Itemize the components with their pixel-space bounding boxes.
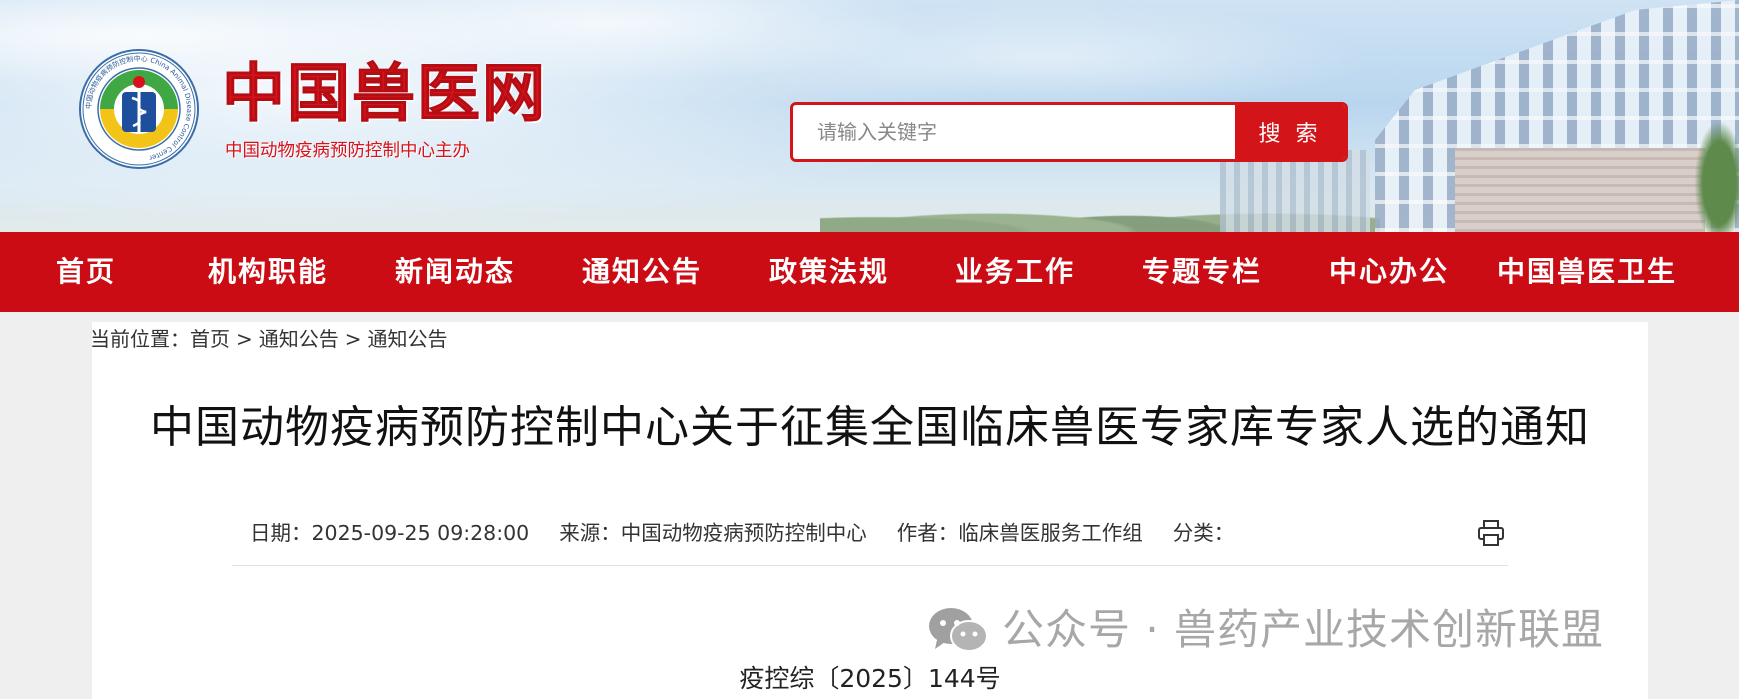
document-number: 疫控综〔2025〕144号	[739, 664, 1001, 693]
meta-category: 分类：	[1172, 521, 1235, 545]
breadcrumb-link-current[interactable]: 通知公告	[368, 327, 448, 351]
nav-item-business[interactable]: 业务工作	[955, 232, 1075, 312]
header-trees	[1690, 110, 1739, 232]
nav-item-functions[interactable]: 机构职能	[208, 232, 328, 312]
print-icon[interactable]	[1476, 518, 1506, 548]
article-title: 中国动物疫病预防控制中心关于征集全国临床兽医专家库专家人选的通知	[150, 402, 1590, 453]
meta-author: 作者：临床兽医服务工作组	[896, 521, 1143, 545]
site-logo-subtitle: 中国动物疫病预防控制中心主办	[225, 141, 470, 161]
wechat-icon	[929, 608, 988, 652]
site-logo-title[interactable]: 中国兽医网	[222, 58, 547, 130]
header-building	[1220, 150, 1370, 232]
emblem-logo-icon[interactable]: 中国动物疫病预防控制中心 China Animal Disease Contro…	[78, 48, 200, 170]
site-header: 中国动物疫病预防控制中心 China Animal Disease Contro…	[0, 0, 1739, 232]
search-button[interactable]: 搜 索	[1235, 105, 1345, 159]
nav-item-topics[interactable]: 专题专栏	[1142, 232, 1262, 312]
watermark-text: 公众号 · 兽药产业技术创新联盟	[1002, 605, 1605, 654]
breadcrumb-separator: >	[344, 327, 362, 351]
breadcrumb: 当前位置：首页 > 通知公告 > 通知公告	[90, 324, 448, 354]
nav-item-news[interactable]: 新闻动态	[395, 232, 515, 312]
nav-item-office[interactable]: 中心办公	[1329, 232, 1449, 312]
search-input[interactable]	[793, 105, 1235, 159]
breadcrumb-separator: >	[236, 327, 253, 351]
breadcrumb-link-notices[interactable]: 通知公告	[259, 327, 339, 351]
search-bar: 搜 索	[790, 102, 1348, 162]
nav-item-policies[interactable]: 政策法规	[769, 232, 889, 312]
main-nav: 首页 机构职能 新闻动态 通知公告 政策法规 业务工作 专题专栏 中心办公 中国…	[0, 232, 1739, 312]
meta-divider	[232, 565, 1508, 566]
meta-source: 来源：中国动物疫病预防控制中心	[559, 521, 867, 545]
meta-date: 日期：2025-09-25 09:28:00	[250, 521, 530, 545]
nav-item-home[interactable]: 首页	[56, 232, 116, 312]
breadcrumb-prefix: 当前位置：	[90, 327, 190, 351]
header-building	[1455, 148, 1705, 232]
nav-item-notices[interactable]: 通知公告	[582, 232, 702, 312]
breadcrumb-link-home[interactable]: 首页	[190, 327, 230, 351]
article-meta: 日期：2025-09-25 09:28:00 来源：中国动物疫病预防控制中心 作者：…	[250, 517, 1264, 549]
nav-item-vet-health[interactable]: 中国兽医卫生	[1497, 232, 1677, 312]
